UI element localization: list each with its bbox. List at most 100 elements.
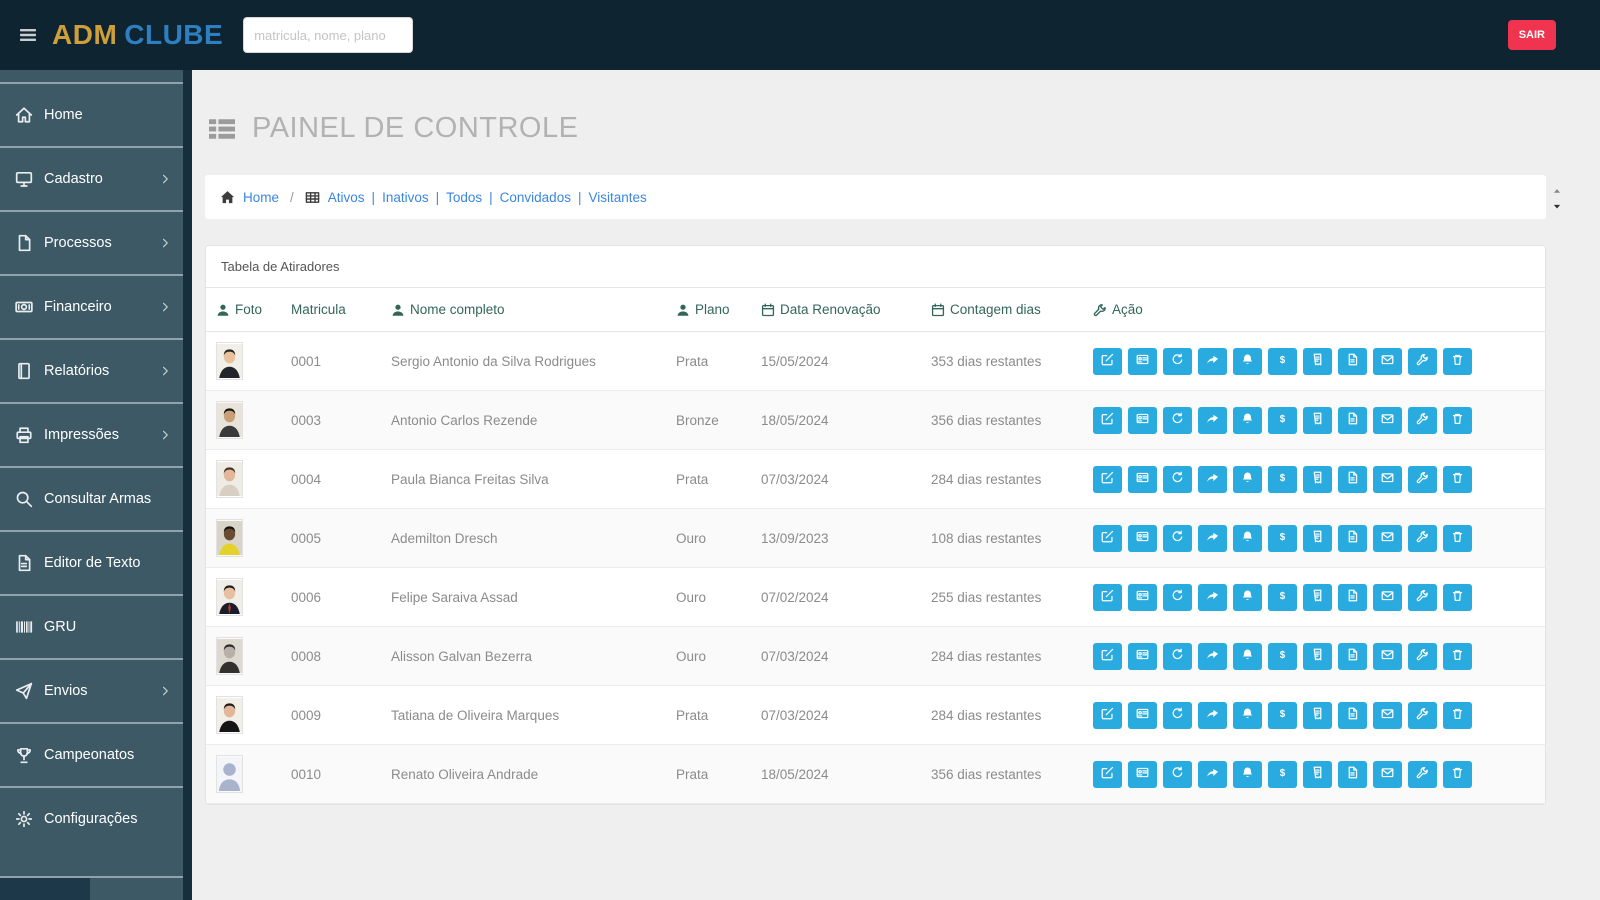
- action-wrench-button[interactable]: [1408, 702, 1437, 729]
- action-trash-button[interactable]: [1443, 525, 1472, 552]
- action-bell-button[interactable]: [1233, 702, 1262, 729]
- action-trash-button[interactable]: [1443, 348, 1472, 375]
- caret-up-icon[interactable]: [1551, 182, 1563, 191]
- action-refresh-button[interactable]: [1163, 702, 1192, 729]
- action-invoice-button[interactable]: [1303, 702, 1332, 729]
- breadcrumb-filter-ativos[interactable]: Ativos: [328, 190, 365, 205]
- sidebar-item-envios[interactable]: Envios: [0, 658, 183, 722]
- breadcrumb-filter-inativos[interactable]: Inativos: [382, 190, 429, 205]
- action-file-text-button[interactable]: [1338, 761, 1367, 788]
- action-trash-button[interactable]: [1443, 584, 1472, 611]
- sidebar-item-cadastro[interactable]: Cadastro: [0, 146, 183, 210]
- action-invoice-button[interactable]: [1303, 643, 1332, 670]
- action-edit-button[interactable]: [1093, 584, 1122, 611]
- sidebar-item-home[interactable]: Home: [0, 82, 183, 146]
- action-refresh-button[interactable]: [1163, 643, 1192, 670]
- breadcrumb-filter-visitantes[interactable]: Visitantes: [588, 190, 646, 205]
- brand-logo[interactable]: ADMCLUBE: [52, 19, 223, 51]
- action-file-text-button[interactable]: [1338, 584, 1367, 611]
- sidebar-item-impressoes[interactable]: Impressões: [0, 402, 183, 466]
- action-edit-button[interactable]: [1093, 407, 1122, 434]
- action-bell-button[interactable]: [1233, 348, 1262, 375]
- action-envelope-button[interactable]: [1373, 584, 1402, 611]
- action-file-text-button[interactable]: [1338, 643, 1367, 670]
- sidebar-item-consultar-armas[interactable]: Consultar Armas: [0, 466, 183, 530]
- search-input[interactable]: [243, 17, 413, 53]
- action-file-text-button[interactable]: [1338, 525, 1367, 552]
- action-edit-button[interactable]: [1093, 525, 1122, 552]
- action-invoice-button[interactable]: [1303, 407, 1332, 434]
- sidebar-footer-toggle[interactable]: [0, 878, 90, 900]
- action-wrench-button[interactable]: [1408, 643, 1437, 670]
- action-share-button[interactable]: [1198, 643, 1227, 670]
- action-share-button[interactable]: [1198, 407, 1227, 434]
- action-id-card-button[interactable]: [1128, 525, 1157, 552]
- action-trash-button[interactable]: [1443, 466, 1472, 493]
- action-envelope-button[interactable]: [1373, 348, 1402, 375]
- action-id-card-button[interactable]: [1128, 643, 1157, 670]
- action-dollar-button[interactable]: $: [1268, 407, 1297, 434]
- action-refresh-button[interactable]: [1163, 761, 1192, 788]
- action-invoice-button[interactable]: [1303, 525, 1332, 552]
- action-bell-button[interactable]: [1233, 761, 1262, 788]
- action-refresh-button[interactable]: [1163, 525, 1192, 552]
- action-id-card-button[interactable]: [1128, 761, 1157, 788]
- logout-button[interactable]: SAIR: [1508, 20, 1556, 50]
- action-dollar-button[interactable]: $: [1268, 466, 1297, 493]
- sidebar-item-relatorios[interactable]: Relatórios: [0, 338, 183, 402]
- breadcrumb-home-link[interactable]: Home: [243, 190, 279, 205]
- action-wrench-button[interactable]: [1408, 525, 1437, 552]
- action-bell-button[interactable]: [1233, 584, 1262, 611]
- action-share-button[interactable]: [1198, 584, 1227, 611]
- sidebar-item-processos[interactable]: Processos: [0, 210, 183, 274]
- action-dollar-button[interactable]: $: [1268, 348, 1297, 375]
- action-invoice-button[interactable]: [1303, 348, 1332, 375]
- action-dollar-button[interactable]: $: [1268, 525, 1297, 552]
- action-envelope-button[interactable]: [1373, 466, 1402, 493]
- action-trash-button[interactable]: [1443, 407, 1472, 434]
- action-envelope-button[interactable]: [1373, 407, 1402, 434]
- action-file-text-button[interactable]: [1338, 348, 1367, 375]
- action-trash-button[interactable]: [1443, 643, 1472, 670]
- action-share-button[interactable]: [1198, 466, 1227, 493]
- action-invoice-button[interactable]: [1303, 761, 1332, 788]
- action-refresh-button[interactable]: [1163, 466, 1192, 493]
- action-share-button[interactable]: [1198, 702, 1227, 729]
- action-envelope-button[interactable]: [1373, 702, 1402, 729]
- action-envelope-button[interactable]: [1373, 643, 1402, 670]
- caret-down-icon[interactable]: [1551, 198, 1563, 207]
- sidebar-item-editor-de-texto[interactable]: Editor de Texto: [0, 530, 183, 594]
- sidebar-item-configuracoes[interactable]: Configurações: [0, 786, 183, 850]
- action-edit-button[interactable]: [1093, 643, 1122, 670]
- action-file-text-button[interactable]: [1338, 466, 1367, 493]
- action-dollar-button[interactable]: $: [1268, 643, 1297, 670]
- action-edit-button[interactable]: [1093, 761, 1122, 788]
- action-trash-button[interactable]: [1443, 761, 1472, 788]
- action-id-card-button[interactable]: [1128, 407, 1157, 434]
- action-invoice-button[interactable]: [1303, 466, 1332, 493]
- action-id-card-button[interactable]: [1128, 348, 1157, 375]
- action-file-text-button[interactable]: [1338, 407, 1367, 434]
- action-dollar-button[interactable]: $: [1268, 761, 1297, 788]
- sidebar-item-financeiro[interactable]: Financeiro: [0, 274, 183, 338]
- action-wrench-button[interactable]: [1408, 761, 1437, 788]
- action-wrench-button[interactable]: [1408, 466, 1437, 493]
- action-refresh-button[interactable]: [1163, 348, 1192, 375]
- action-id-card-button[interactable]: [1128, 584, 1157, 611]
- action-trash-button[interactable]: [1443, 702, 1472, 729]
- action-refresh-button[interactable]: [1163, 584, 1192, 611]
- action-share-button[interactable]: [1198, 525, 1227, 552]
- action-wrench-button[interactable]: [1408, 407, 1437, 434]
- action-dollar-button[interactable]: $: [1268, 584, 1297, 611]
- action-bell-button[interactable]: [1233, 525, 1262, 552]
- action-bell-button[interactable]: [1233, 643, 1262, 670]
- action-edit-button[interactable]: [1093, 348, 1122, 375]
- sidebar-item-campeonatos[interactable]: Campeonatos: [0, 722, 183, 786]
- action-envelope-button[interactable]: [1373, 761, 1402, 788]
- action-envelope-button[interactable]: [1373, 525, 1402, 552]
- action-edit-button[interactable]: [1093, 466, 1122, 493]
- action-file-text-button[interactable]: [1338, 702, 1367, 729]
- action-wrench-button[interactable]: [1408, 348, 1437, 375]
- breadcrumb-filter-convidados[interactable]: Convidados: [500, 190, 571, 205]
- action-refresh-button[interactable]: [1163, 407, 1192, 434]
